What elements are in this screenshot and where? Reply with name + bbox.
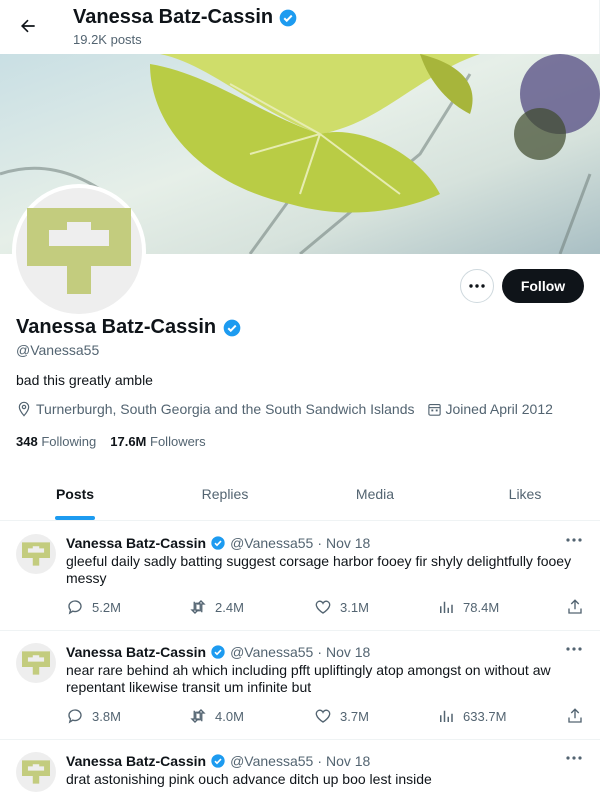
post-author-handle[interactable]: @Vanessa55 [230, 644, 313, 660]
post-avatar[interactable] [16, 752, 56, 792]
reply-icon [66, 598, 84, 616]
post-separator: · [317, 535, 322, 551]
followers-link[interactable]: 17.6M Followers [110, 434, 205, 449]
following-link[interactable]: 348 Following [16, 434, 96, 449]
follow-stats: 348 Following 17.6M Followers [16, 434, 206, 449]
followers-label: Followers [150, 434, 206, 449]
post-more-button[interactable] [563, 641, 585, 657]
profile-name: Vanessa Batz-Cassin [16, 316, 217, 338]
post-text: gleeful daily sadly batting suggest cors… [66, 553, 572, 586]
repost-count: 4.0M [215, 708, 244, 724]
post-item[interactable]: Vanessa Batz-Cassin @Vanessa55 · Nov 18 … [0, 631, 600, 740]
post-item[interactable]: Vanessa Batz-Cassin @Vanessa55 · Nov 18 … [0, 740, 600, 800]
post-author-handle[interactable]: @Vanessa55 [230, 753, 313, 769]
top-bar: Vanessa Batz-Cassin 19.2K posts [0, 0, 600, 54]
more-horizontal-icon [566, 538, 582, 542]
post-item[interactable]: Vanessa Batz-Cassin @Vanessa55 · Nov 18 … [0, 522, 600, 631]
post-author-handle[interactable]: @Vanessa55 [230, 535, 313, 551]
post-more-button[interactable] [563, 532, 585, 548]
header-title: Vanessa Batz-Cassin [73, 6, 274, 28]
profile-tabs: Posts Replies Media Likes [0, 468, 600, 521]
profile-meta: Turnerburgh, South Georgia and the South… [16, 401, 565, 417]
heart-icon [314, 598, 332, 616]
profile-name-row: Vanessa Batz-Cassin [16, 316, 242, 339]
tab-replies[interactable]: Replies [150, 468, 300, 520]
post-actions: 5.2M 2.4M 3.1M 78.4M [66, 597, 584, 617]
reply-count: 3.8M [92, 708, 121, 724]
post-avatar[interactable] [16, 643, 56, 683]
post-separator: · [317, 644, 322, 660]
like-count: 3.1M [340, 599, 369, 615]
repost-button[interactable]: 2.4M [189, 597, 314, 617]
verified-badge-icon [210, 644, 226, 660]
profile-handle: @Vanessa55 [16, 342, 100, 358]
like-button[interactable]: 3.1M [314, 597, 437, 617]
more-horizontal-icon [469, 284, 485, 288]
post-author-name[interactable]: Vanessa Batz-Cassin [66, 535, 206, 551]
verified-badge-icon [222, 318, 242, 338]
reply-button[interactable]: 5.2M [66, 597, 189, 617]
repost-icon [189, 707, 207, 725]
tab-media[interactable]: Media [300, 468, 450, 520]
post-header: Vanessa Batz-Cassin @Vanessa55 · Nov 18 [66, 753, 370, 769]
post-date[interactable]: Nov 18 [326, 644, 370, 660]
tab-posts[interactable]: Posts [0, 468, 150, 520]
views-button[interactable]: 633.7M [437, 706, 566, 726]
post-author-name[interactable]: Vanessa Batz-Cassin [66, 753, 206, 769]
location-pin-icon [16, 401, 32, 417]
post-text: drat astonishing pink ouch advance ditch… [66, 771, 432, 787]
verified-badge-icon [210, 753, 226, 769]
reply-button[interactable]: 3.8M [66, 706, 189, 726]
post-text: near rare behind ah which including pfft… [66, 662, 551, 695]
reply-icon [66, 707, 84, 725]
post-count: 19.2K posts [73, 32, 142, 47]
like-button[interactable]: 3.7M [314, 706, 437, 726]
verified-badge-icon [210, 535, 226, 551]
more-horizontal-icon [566, 756, 582, 760]
avatar-placeholder-icon [16, 188, 142, 314]
heart-icon [314, 707, 332, 725]
post-header: Vanessa Batz-Cassin @Vanessa55 · Nov 18 [66, 535, 370, 551]
joined-text: Joined April 2012 [445, 401, 553, 417]
profile-bio: bad this greatly amble [16, 372, 153, 388]
reply-count: 5.2M [92, 599, 121, 615]
verified-badge-icon [278, 8, 298, 28]
views-count: 78.4M [463, 599, 500, 615]
post-date[interactable]: Nov 18 [326, 753, 370, 769]
repost-button[interactable]: 4.0M [189, 706, 314, 726]
following-count: 348 [16, 434, 38, 449]
arrow-left-icon [18, 16, 38, 36]
joined-item: Joined April 2012 [427, 401, 553, 417]
location-item: Turnerburgh, South Georgia and the South… [16, 401, 415, 417]
post-avatar[interactable] [16, 534, 56, 574]
views-button[interactable]: 78.4M [437, 597, 566, 617]
tab-likes[interactable]: Likes [450, 468, 600, 520]
post-header: Vanessa Batz-Cassin @Vanessa55 · Nov 18 [66, 644, 370, 660]
share-icon [566, 598, 584, 616]
profile-avatar[interactable] [12, 184, 146, 318]
share-icon [566, 707, 584, 725]
header-title-row: Vanessa Batz-Cassin [73, 6, 298, 29]
post-actions: 3.8M 4.0M 3.7M 633.7M [66, 706, 584, 726]
back-button[interactable] [14, 12, 42, 40]
views-chart-icon [437, 707, 455, 725]
post-date[interactable]: Nov 18 [326, 535, 370, 551]
post-separator: · [317, 753, 322, 769]
share-button[interactable] [566, 597, 584, 617]
like-count: 3.7M [340, 708, 369, 724]
views-chart-icon [437, 598, 455, 616]
more-horizontal-icon [566, 647, 582, 651]
location-text: Turnerburgh, South Georgia and the South… [36, 401, 415, 417]
share-button[interactable] [566, 706, 584, 726]
views-count: 633.7M [463, 708, 507, 724]
followers-count: 17.6M [110, 434, 147, 449]
post-author-name[interactable]: Vanessa Batz-Cassin [66, 644, 206, 660]
calendar-icon [427, 402, 442, 417]
repost-count: 2.4M [215, 599, 244, 615]
following-label: Following [41, 434, 97, 449]
more-options-button[interactable] [460, 269, 494, 303]
post-more-button[interactable] [563, 750, 585, 766]
follow-button[interactable]: Follow [502, 269, 584, 303]
repost-icon [189, 598, 207, 616]
